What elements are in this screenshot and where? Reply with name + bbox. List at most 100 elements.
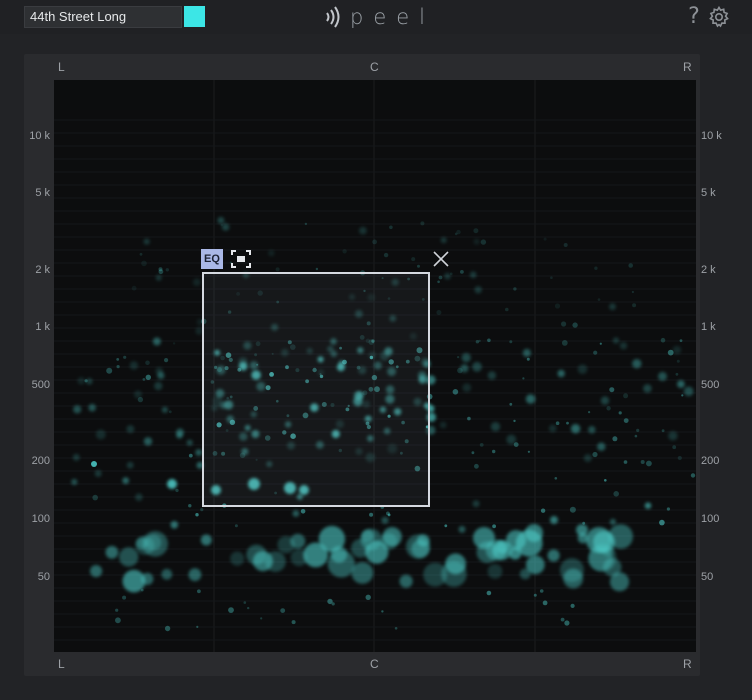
audio-particle xyxy=(389,225,393,230)
audio-particle xyxy=(506,530,526,550)
audio-particle xyxy=(469,271,477,279)
audio-particle xyxy=(509,402,513,406)
audio-particle xyxy=(513,419,516,423)
audio-particle xyxy=(105,545,119,559)
solo-focus-icon[interactable] xyxy=(230,249,252,269)
audio-particle xyxy=(632,303,637,308)
audio-particle xyxy=(88,403,96,412)
audio-particle xyxy=(675,372,679,376)
audio-particle xyxy=(167,479,177,489)
audio-particle xyxy=(646,460,652,467)
audio-particle xyxy=(126,461,134,469)
audio-particle xyxy=(577,364,588,375)
audio-particle xyxy=(618,411,622,415)
audio-particle xyxy=(547,549,560,562)
audio-particle xyxy=(640,460,645,464)
audio-particle xyxy=(550,276,553,279)
audio-particle xyxy=(247,606,250,610)
audio-particle xyxy=(170,521,179,529)
audio-particle xyxy=(681,394,684,397)
audio-particle xyxy=(540,508,546,513)
audio-particle xyxy=(115,617,121,624)
audio-particle xyxy=(555,421,560,426)
freq-label-right: 50 xyxy=(701,571,714,583)
audio-particle xyxy=(292,510,300,517)
audio-particle xyxy=(462,383,472,392)
audio-particle xyxy=(161,568,173,580)
audio-particle xyxy=(634,434,638,438)
audio-particle xyxy=(563,243,568,247)
audio-particle xyxy=(570,603,575,609)
audio-particle xyxy=(129,361,139,370)
audio-particle xyxy=(632,359,642,369)
audio-particle xyxy=(461,353,471,363)
color-swatch[interactable] xyxy=(184,6,205,27)
close-icon[interactable] xyxy=(432,250,450,268)
freq-label-left: 500 xyxy=(31,379,50,391)
audio-particle xyxy=(527,450,530,453)
audio-particle xyxy=(168,410,172,414)
audio-particle xyxy=(672,445,677,450)
audio-particle xyxy=(588,411,591,414)
audio-particle xyxy=(175,488,179,493)
freq-label-left: 100 xyxy=(31,513,50,525)
audio-particle xyxy=(411,257,416,262)
audio-particle xyxy=(487,338,491,343)
audio-particle xyxy=(135,493,143,502)
preset-name-field[interactable]: 44th Street Long xyxy=(24,6,182,28)
audio-particle xyxy=(583,454,592,463)
audio-particle xyxy=(492,524,496,529)
audio-particle xyxy=(290,549,308,567)
audio-particle xyxy=(554,303,561,309)
audio-particle xyxy=(72,453,80,461)
eq-button[interactable]: EQ xyxy=(201,249,223,269)
audio-particle xyxy=(550,516,558,524)
audio-particle xyxy=(92,494,98,501)
audio-particle xyxy=(186,439,193,446)
audio-particle xyxy=(277,536,295,554)
audio-particle xyxy=(533,593,537,597)
audio-particle xyxy=(383,252,389,258)
audio-particle xyxy=(106,367,113,374)
audio-particle xyxy=(246,544,267,565)
audio-particle xyxy=(679,339,683,342)
audio-particle xyxy=(91,461,97,467)
audio-particle xyxy=(327,550,355,578)
audio-particle xyxy=(490,422,501,432)
audio-particle xyxy=(478,339,481,342)
audio-particle xyxy=(381,610,384,613)
audio-particle xyxy=(142,531,168,557)
audio-particle xyxy=(597,442,606,451)
audio-particle xyxy=(492,449,496,454)
audio-particle xyxy=(230,551,245,566)
audio-particle xyxy=(592,451,598,458)
help-icon[interactable]: ? xyxy=(684,4,704,30)
audio-particle xyxy=(450,272,453,276)
header-bar: 44th Street Long peel ? xyxy=(0,0,752,34)
audio-particle xyxy=(561,340,568,346)
audio-particle xyxy=(280,608,286,613)
audio-particle xyxy=(593,531,615,553)
audio-particle xyxy=(526,357,530,361)
audio-particle xyxy=(522,377,525,380)
audio-particle xyxy=(479,443,484,447)
selection-region[interactable] xyxy=(202,272,430,507)
audio-particle xyxy=(265,551,286,572)
audio-particle xyxy=(600,396,610,405)
audio-particle xyxy=(609,518,617,525)
audio-particle xyxy=(406,534,431,559)
pan-label-left-bottom: L xyxy=(58,657,65,671)
audio-particle xyxy=(609,572,630,592)
audio-particle xyxy=(123,355,127,359)
audio-particle xyxy=(604,479,607,482)
freq-label-right: 1 k xyxy=(701,321,716,333)
audio-particle xyxy=(539,589,544,593)
gear-icon[interactable] xyxy=(707,5,731,29)
audio-particle xyxy=(155,367,164,375)
audio-particle xyxy=(672,345,682,355)
pan-label-center-bottom: C xyxy=(370,657,379,671)
pan-label-center-top: C xyxy=(370,60,379,74)
audio-particle xyxy=(77,377,85,385)
audio-particle xyxy=(599,342,602,345)
audio-particle xyxy=(519,568,531,580)
